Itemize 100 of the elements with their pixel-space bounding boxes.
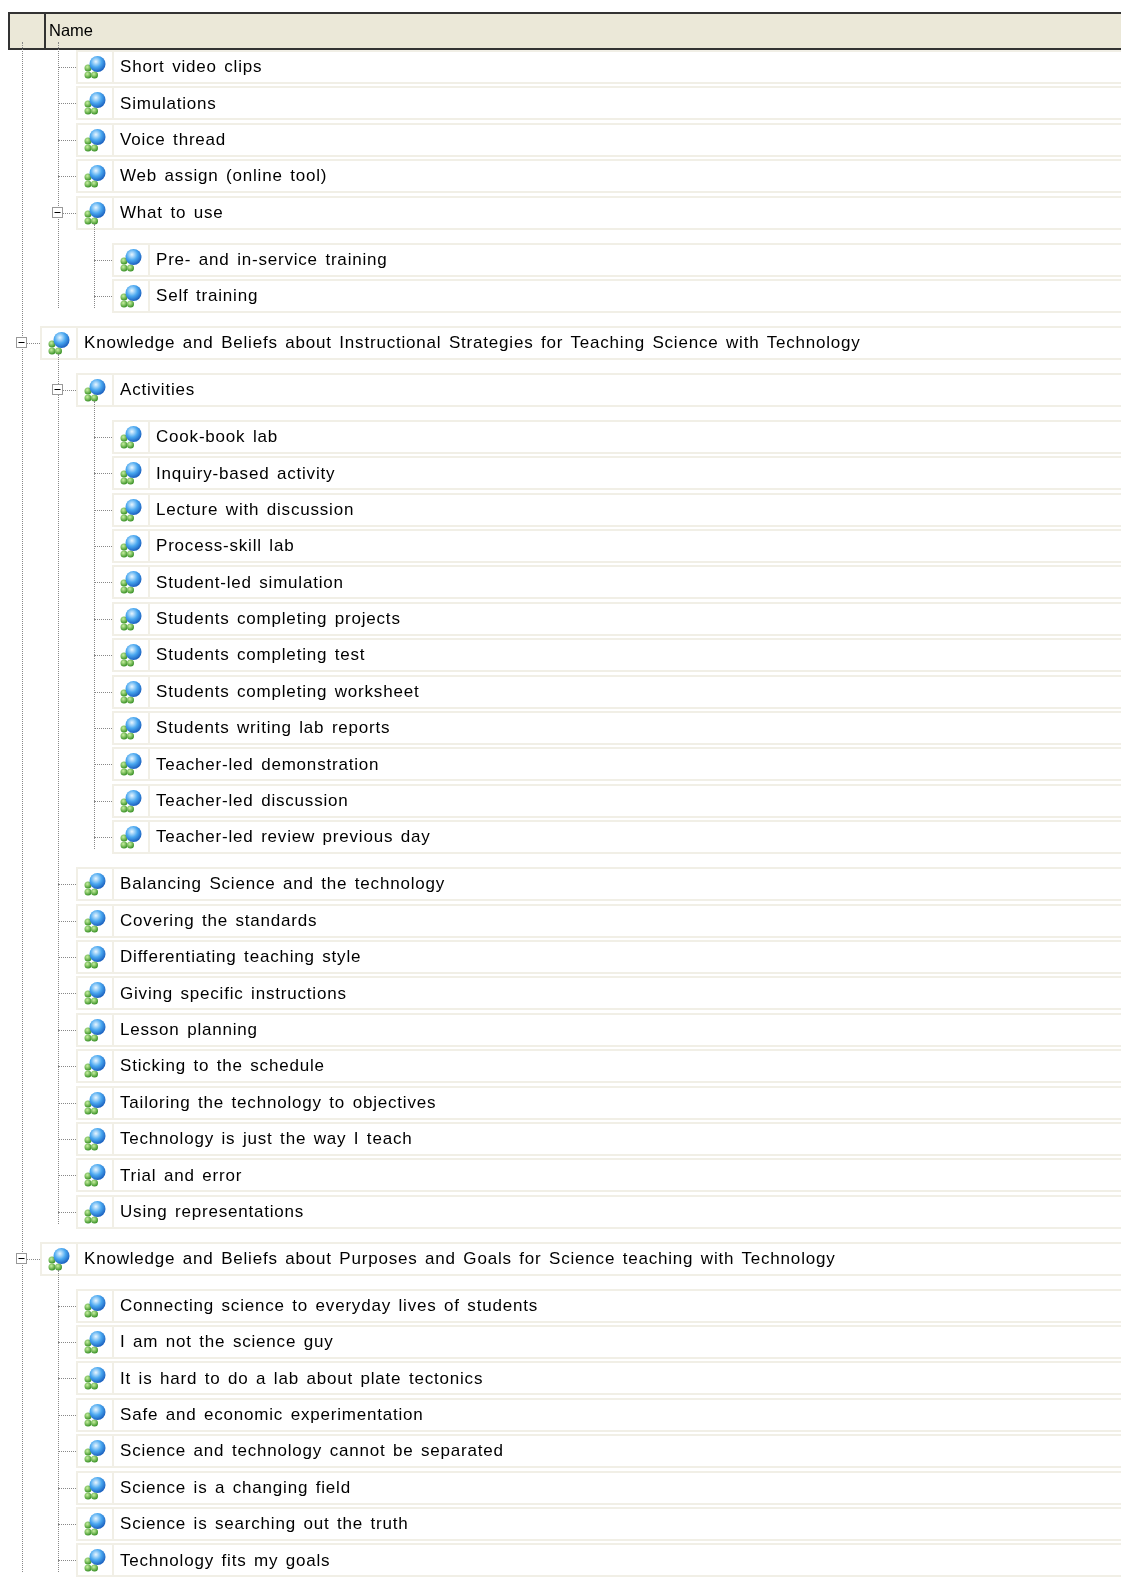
tree-row[interactable]: Voice thread — [76, 122, 1121, 157]
item-label: Students completing test — [155, 644, 366, 667]
tree-row[interactable]: Giving specific instructions — [76, 976, 1121, 1011]
item-label: Students completing projects — [155, 608, 401, 631]
item-label: Science is a changing field — [119, 1476, 351, 1499]
item-label: Balancing Science and the technology — [119, 873, 446, 896]
node-icon — [83, 1402, 107, 1427]
tree-row[interactable]: Students completing worksheet — [112, 674, 1121, 709]
tree-row[interactable]: Lecture with discussion — [112, 492, 1121, 527]
expand-toggle[interactable] — [16, 336, 27, 348]
tree-row[interactable]: Web assign (online tool) — [76, 159, 1121, 194]
tree-row[interactable]: Lesson planning — [76, 1012, 1121, 1047]
item-label: Self training — [155, 285, 259, 308]
tree-row[interactable]: I am not the science guy — [76, 1325, 1121, 1360]
node-icon — [83, 200, 107, 225]
tree-row[interactable]: Tailoring the technology to objectives — [76, 1085, 1121, 1120]
item-label: Lecture with discussion — [155, 498, 355, 521]
tree-row[interactable]: Inquiry-based activity — [112, 456, 1121, 491]
tree-row[interactable]: Balancing Science and the technology — [76, 867, 1121, 902]
tree-row[interactable]: Using representations — [76, 1194, 1121, 1229]
tree-row[interactable]: Knowledge and Beliefs about Purposes and Goals for Science teaching with Technology — [40, 1241, 1121, 1276]
column-header[interactable]: Name — [46, 14, 96, 48]
node-icon — [83, 1017, 107, 1042]
tree-row[interactable]: Safe and economic experimentation — [76, 1397, 1121, 1432]
item-label: Inquiry-based activity — [155, 462, 336, 485]
tree-row[interactable]: Short video clips — [76, 50, 1121, 84]
item-label: Web assign (online tool) — [119, 165, 328, 188]
tree-row[interactable]: Sticking to the schedule — [76, 1049, 1121, 1084]
node-icon — [119, 247, 143, 272]
item-label: Science is searching out the truth — [119, 1513, 409, 1536]
tree-row[interactable]: Student-led simulation — [112, 565, 1121, 600]
item-label: Students writing lab reports — [155, 717, 391, 740]
node-icon — [83, 1126, 107, 1151]
node-icon — [119, 679, 143, 704]
item-label: Cook-book lab — [155, 426, 279, 449]
tree-row[interactable]: Teacher-led discussion — [112, 783, 1121, 818]
tree-row[interactable]: Knowledge and Beliefs about Instructional Strategies for Teaching Science with Technology — [40, 325, 1121, 360]
item-label: I am not the science guy — [119, 1331, 334, 1354]
item-label: Process-skill lab — [155, 535, 295, 558]
node-icon — [83, 1548, 107, 1573]
tree-row[interactable]: What to use — [76, 195, 1121, 230]
item-label: Teacher-led review previous day — [155, 826, 431, 849]
tree-row[interactable]: Cook-book lab — [112, 419, 1121, 454]
node-icon — [47, 330, 71, 355]
tree-row[interactable]: Students completing test — [112, 638, 1121, 673]
node-icon — [83, 127, 107, 152]
tree-row[interactable]: Technology fits my goals — [76, 1543, 1121, 1578]
tree-row[interactable]: Activities — [76, 372, 1121, 407]
node-icon — [119, 788, 143, 813]
node-icon — [119, 534, 143, 559]
node-icon — [83, 1090, 107, 1115]
item-label: Simulations — [119, 92, 217, 115]
node-icon — [83, 1330, 107, 1355]
node-icon — [119, 570, 143, 595]
tree-row[interactable]: Students completing projects — [112, 601, 1121, 636]
item-label: Differentiating teaching style — [119, 946, 362, 969]
item-label: Using representations — [119, 1200, 305, 1223]
tree-row[interactable]: Technology is just the way I teach — [76, 1121, 1121, 1156]
tree-row[interactable]: Process-skill lab — [112, 529, 1121, 564]
tree-row[interactable]: Science is searching out the truth — [76, 1507, 1121, 1541]
item-label: Connecting science to everyday lives of students — [119, 1294, 538, 1317]
tree-row[interactable]: It is hard to do a lab about plate tectonics — [76, 1361, 1121, 1396]
tree-row[interactable]: Teacher-led review previous day — [112, 820, 1121, 855]
tree-row[interactable]: Covering the standards — [76, 903, 1121, 938]
node-icon — [83, 1439, 107, 1464]
item-label: Voice thread — [119, 129, 227, 152]
item-label: Trial and error — [119, 1164, 243, 1187]
expand-toggle[interactable] — [16, 1252, 27, 1264]
item-label: Giving specific instructions — [119, 982, 347, 1005]
item-label: Covering the standards — [119, 909, 318, 932]
expand-toggle[interactable] — [52, 206, 63, 218]
node-icon — [83, 908, 107, 933]
tree-row[interactable]: Self training — [112, 278, 1121, 313]
tree-row[interactable]: Connecting science to everyday lives of students — [76, 1288, 1121, 1323]
tree-row[interactable]: Simulations — [76, 86, 1121, 121]
node-icon — [83, 1366, 107, 1391]
item-label: Knowledge and Beliefs about Instructional Strategies for Teaching Science with Technology — [83, 332, 861, 355]
item-label: Technology fits my goals — [119, 1549, 331, 1572]
tree-row[interactable]: Students writing lab reports — [112, 711, 1121, 745]
node-icon — [119, 461, 143, 486]
tree-row[interactable]: Science is a changing field — [76, 1470, 1121, 1505]
node-icon — [119, 424, 143, 449]
item-label: Pre- and in-service training — [155, 248, 388, 271]
node-icon — [83, 91, 107, 116]
item-label: Science and technology cannot be separated — [119, 1440, 504, 1463]
tree-row[interactable]: Differentiating teaching style — [76, 939, 1121, 974]
node-icon — [83, 1475, 107, 1500]
item-label: What to use — [119, 201, 224, 224]
node-icon — [83, 981, 107, 1006]
tree-row[interactable]: Pre- and in-service training — [112, 242, 1121, 277]
expand-toggle[interactable] — [52, 383, 63, 395]
tree-row[interactable]: Trial and error — [76, 1158, 1121, 1193]
node-icon — [119, 752, 143, 777]
item-label: Technology is just the way I teach — [119, 1128, 413, 1151]
tree-row[interactable]: Science and technology cannot be separated — [76, 1434, 1121, 1469]
item-label: Activities — [119, 379, 196, 402]
item-label: Students completing worksheet — [155, 680, 420, 703]
node-icon — [119, 606, 143, 631]
tree-row[interactable]: Teacher-led demonstration — [112, 747, 1121, 782]
item-label: It is hard to do a lab about plate tectonics — [119, 1367, 484, 1390]
